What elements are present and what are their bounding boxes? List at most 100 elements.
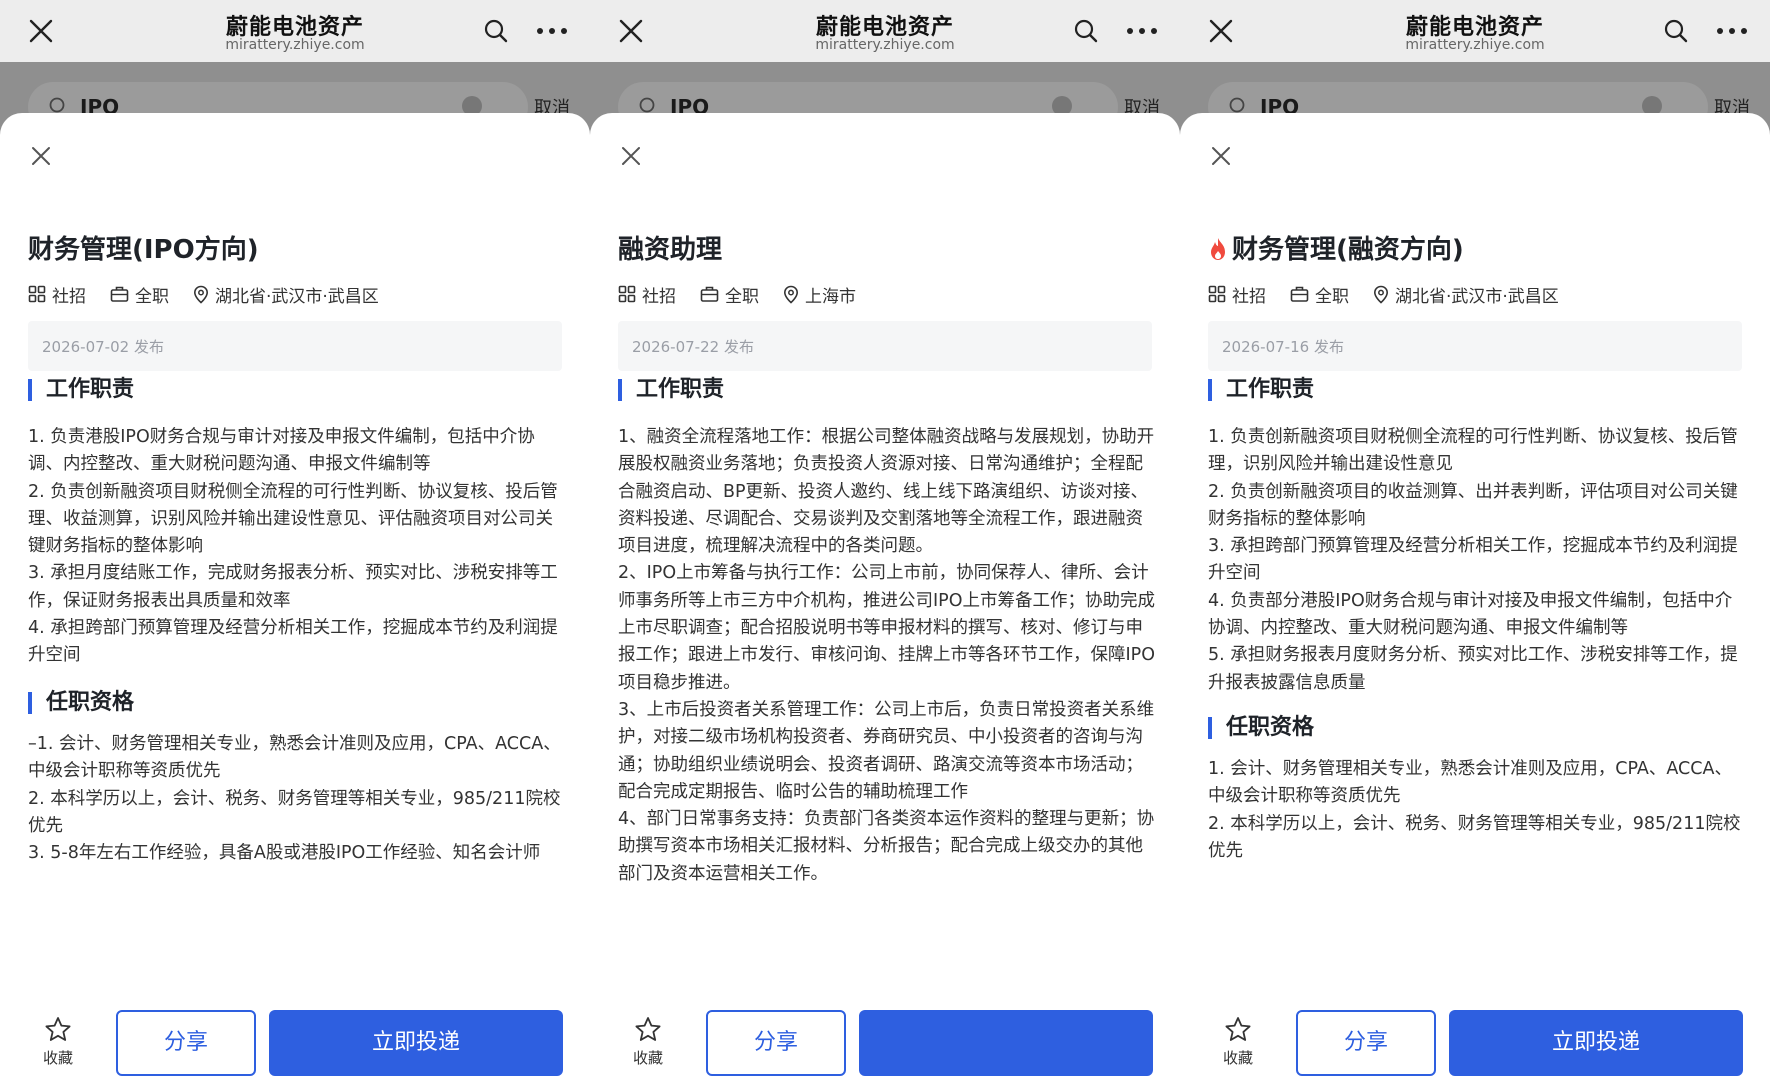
apply-button[interactable]: [859, 1010, 1153, 1076]
job-type-tag: 全职: [700, 282, 759, 307]
star-icon: [45, 1017, 71, 1041]
job-title: 财务管理(IPO方向): [28, 229, 259, 266]
location-pin-icon: [783, 285, 799, 304]
job-detail-sheet: 融资助理 社招 全职 上海市 2026-07-22 发布 工作职责 1、融资全流…: [590, 113, 1180, 1080]
star-icon: [635, 1017, 661, 1041]
duty-item: 5. 承担财务报表月度财务分析、预实对比工作、涉税安排等工作，提升报表披露信息质…: [1208, 645, 1738, 693]
search-icon[interactable]: [1663, 18, 1689, 44]
job-tags: 社招 全职 湖北省·武汉市·武昌区: [28, 281, 403, 307]
action-bar: 收藏 分享 立即投递: [0, 968, 590, 1080]
duty-item: 2. 负责创新融资项目财税侧全流程的可行性判断、协议复核、投后管理、收益测算，识…: [28, 481, 558, 557]
publish-date: 2026-07-22 发布: [632, 338, 754, 356]
more-icon[interactable]: [536, 27, 568, 35]
duty-item: 1. 负责创新融资项目财税侧全流程的可行性判断、协议复核、投后管理，识别风险并输…: [1208, 427, 1738, 475]
grid-icon: [28, 285, 46, 303]
duty-item: 1、融资全流程落地工作：根据公司整体融资战略与发展规划，协助开展股权融资业务落地…: [618, 427, 1155, 557]
duty-item: 3. 承担跨部门预算管理及经营分析相关工作，挖掘成本节约及利润提升空间: [1208, 536, 1738, 584]
recruit-type-tag: 社招: [28, 282, 86, 307]
job-tags: 社招 全职 上海市: [618, 281, 880, 307]
duties-section-title: 工作职责: [1208, 376, 1314, 404]
job-detail-sheet: 财务管理(IPO方向) 社招 全职 湖北省·武汉市·武昌区 2026-07-02…: [0, 113, 590, 1080]
apply-button[interactable]: 立即投递: [1449, 1010, 1743, 1076]
close-icon[interactable]: [620, 145, 642, 167]
duties-section-title: 工作职责: [618, 376, 724, 404]
more-icon[interactable]: [1716, 27, 1748, 35]
publish-date-box: 2026-07-22 发布: [618, 321, 1152, 371]
job-panel-3: 蔚能电池资产 mirattery.zhiye.com IPO 取消 财务管理(融…: [1180, 0, 1770, 1080]
search-icon[interactable]: [483, 18, 509, 44]
close-icon[interactable]: [1210, 145, 1232, 167]
requirement-item: –1. 会计、财务管理相关专业，熟悉会计准则及应用，CPA、ACCA、中级会计职…: [28, 734, 561, 782]
share-button[interactable]: 分享: [1296, 1010, 1436, 1076]
briefcase-icon: [110, 286, 129, 302]
recruit-type-label: 社招: [1232, 286, 1266, 307]
share-button[interactable]: 分享: [116, 1010, 256, 1076]
duty-item: 1. 负责港股IPO财务合规与审计对接及申报文件编制，包括中介协调、内控整改、重…: [28, 427, 535, 475]
recruit-type-tag: 社招: [1208, 282, 1266, 307]
app-top-bar: 蔚能电池资产 mirattery.zhiye.com: [1180, 0, 1770, 62]
duty-item: 2、IPO上市筹备与执行工作：公司上市前，协同保荐人、律所、会计师事务所等上市三…: [618, 563, 1155, 693]
location-tag: 湖北省·武汉市·武昌区: [193, 282, 379, 307]
job-title-text: 财务管理(融资方向): [1232, 235, 1464, 265]
duty-item: 4. 承担跨部门预算管理及经营分析相关工作，挖掘成本节约及利润提升空间: [28, 618, 558, 666]
job-type-label: 全职: [135, 286, 169, 307]
job-panel-2: 蔚能电池资产 mirattery.zhiye.com IPO 取消 融资助理 社…: [590, 0, 1180, 1080]
favorite-button[interactable]: 收藏: [38, 1016, 78, 1068]
grid-icon: [1208, 285, 1226, 303]
duties-list: 1. 负责创新融资项目财税侧全流程的可行性判断、协议复核、投后管理，识别风险并输…: [1208, 424, 1748, 697]
requirements-section-title: 任职资格: [1208, 714, 1314, 742]
fire-icon: [1211, 238, 1225, 260]
app-top-bar: 蔚能电池资产 mirattery.zhiye.com: [0, 0, 590, 62]
duty-item: 3、上市后投资者关系管理工作：公司上市后，负责日常投资者关系维护，对接二级市场机…: [618, 699, 1155, 802]
duty-item: 3. 承担月度结账工作，完成财务报表分析、预实对比、涉税安排等工作，保证财务报表…: [28, 563, 558, 611]
job-type-label: 全职: [725, 286, 759, 307]
favorite-label: 收藏: [632, 1049, 663, 1067]
requirements-section-title: 任职资格: [28, 689, 134, 717]
duties-list: 1、融资全流程落地工作：根据公司整体融资战略与发展规划，协助开展股权融资业务落地…: [618, 424, 1158, 888]
search-icon[interactable]: [1073, 18, 1099, 44]
job-panel-1: 蔚能电池资产 mirattery.zhiye.com IPO 取消 财务管理(I…: [0, 0, 590, 1080]
action-bar: 收藏 分享 立即投递: [1180, 968, 1770, 1080]
briefcase-icon: [700, 286, 719, 302]
app-top-bar: 蔚能电池资产 mirattery.zhiye.com: [590, 0, 1180, 62]
location-tag: 上海市: [783, 282, 856, 307]
favorite-label: 收藏: [1222, 1049, 1253, 1067]
star-icon: [1225, 1017, 1251, 1041]
duty-item: 2. 负责创新融资项目的收益测算、出并表判断，评估项目对公司关键财务指标的整体影…: [1208, 481, 1738, 529]
requirement-item: 2. 本科学历以上，会计、税务、财务管理等相关专业，985/211院校优先: [28, 788, 561, 836]
location-pin-icon: [193, 285, 209, 304]
close-icon[interactable]: [30, 145, 52, 167]
requirement-item: 2. 本科学历以上，会计、税务、财务管理等相关专业，985/211院校优先: [1208, 813, 1741, 861]
location-pin-icon: [1373, 285, 1389, 304]
favorite-button[interactable]: 收藏: [628, 1016, 668, 1068]
job-title-text: 融资助理: [618, 235, 723, 265]
job-detail-sheet: 财务管理(融资方向) 社招 全职 湖北省·武汉市·武昌区 2026-07-16 …: [1180, 113, 1770, 1080]
requirements-list: 1. 会计、财务管理相关专业，熟悉会计准则及应用，CPA、ACCA、中级会计职称…: [1208, 756, 1748, 865]
publish-date: 2026-07-16 发布: [1222, 338, 1344, 356]
recruit-type-label: 社招: [642, 286, 676, 307]
location-label: 湖北省·武汉市·武昌区: [1395, 286, 1559, 307]
requirement-item: 1. 会计、财务管理相关专业，熟悉会计准则及应用，CPA、ACCA、中级会计职称…: [1208, 759, 1732, 807]
job-title: 财务管理(融资方向): [1208, 229, 1464, 266]
duties-list: 1. 负责港股IPO财务合规与审计对接及申报文件编制，包括中介协调、内控整改、重…: [28, 424, 568, 670]
duties-section-title: 工作职责: [28, 376, 134, 404]
share-button[interactable]: 分享: [706, 1010, 846, 1076]
recruit-type-label: 社招: [52, 286, 86, 307]
more-icon[interactable]: [1126, 27, 1158, 35]
job-title: 融资助理: [618, 229, 722, 266]
publish-date-box: 2026-07-16 发布: [1208, 321, 1742, 371]
job-type-tag: 全职: [1290, 282, 1349, 307]
job-type-tag: 全职: [110, 282, 169, 307]
job-title-text: 财务管理(IPO方向): [28, 235, 259, 265]
job-type-label: 全职: [1315, 286, 1349, 307]
briefcase-icon: [1290, 286, 1309, 302]
action-bar: 收藏 分享: [590, 968, 1180, 1080]
favorite-button[interactable]: 收藏: [1218, 1016, 1258, 1068]
duty-item: 4、部门日常事务支持：负责部门各类资本运作资料的整理与更新；协助撰写资本市场相关…: [618, 809, 1155, 884]
job-tags: 社招 全职 湖北省·武汉市·武昌区: [1208, 281, 1583, 307]
apply-button[interactable]: 立即投递: [269, 1010, 563, 1076]
publish-date-box: 2026-07-02 发布: [28, 321, 562, 371]
location-label: 上海市: [805, 286, 856, 307]
requirements-list: –1. 会计、财务管理相关专业，熟悉会计准则及应用，CPA、ACCA、中级会计职…: [28, 731, 568, 867]
location-tag: 湖北省·武汉市·武昌区: [1373, 282, 1559, 307]
